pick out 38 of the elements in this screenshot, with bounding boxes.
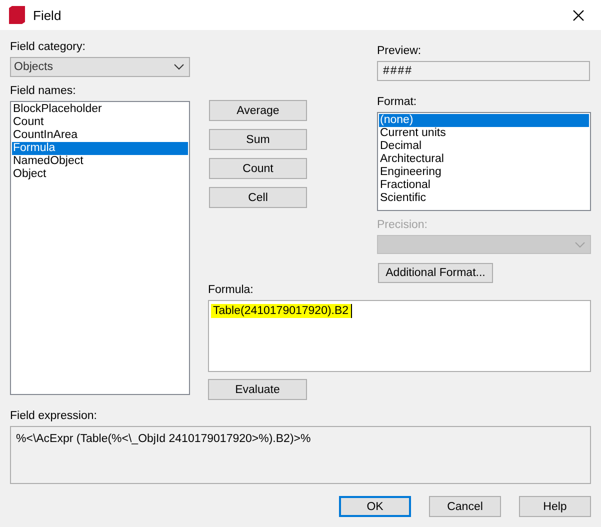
field-label: Formula: [208,283,254,297]
additional-format-button[interactable]: Additional Format... [378,263,493,283]
app-icon [9,6,25,24]
field-label: Precision: [377,218,428,232]
list-item[interactable]: (none) [379,114,589,127]
function-button[interactable]: Count [209,158,307,179]
list-item[interactable]: Count [12,116,188,129]
function-button[interactable]: Sum [209,129,307,150]
field-label: Field expression: [10,409,98,423]
list-item[interactable]: Current units [379,127,589,140]
dialog-button[interactable]: OK [339,496,411,517]
list-item[interactable]: Formula [12,142,188,155]
function-button[interactable]: Cell [209,187,307,208]
list-item[interactable]: Engineering [379,166,589,179]
list-item[interactable]: Architectural [379,153,589,166]
list-item[interactable]: Scientific [379,192,589,205]
window-title: Field [33,8,62,22]
dialog-button[interactable]: Cancel [429,496,501,517]
field-label: Preview: [377,44,422,58]
field-label: Field category: [10,40,86,54]
chevron-down-icon [575,242,585,248]
function-button[interactable]: Average [209,100,307,121]
list-item[interactable]: Decimal [379,140,589,153]
category-dropdown[interactable]: Objects [10,57,190,77]
list-item[interactable]: CountInArea [12,129,188,142]
preview-field: #### [377,61,590,81]
field-expression-box: %<\AcExpr (Table(%<\_ObjId 2410179017920>%).B2)>% [10,426,591,484]
evaluate-button[interactable]: Evaluate [208,379,307,400]
close-icon [572,10,584,20]
list-item[interactable]: Object [12,168,188,181]
list-item[interactable]: Fractional [379,179,589,192]
field-label: Format: [377,95,418,109]
list-item[interactable]: BlockPlaceholder [12,103,188,116]
list-item[interactable]: NamedObject [12,155,188,168]
chevron-down-icon [174,64,184,70]
field-label: Field names: [10,84,77,98]
formula-field[interactable]: Table(2410179017920).B2 [208,300,591,372]
dialog-button[interactable]: Help [519,496,591,517]
